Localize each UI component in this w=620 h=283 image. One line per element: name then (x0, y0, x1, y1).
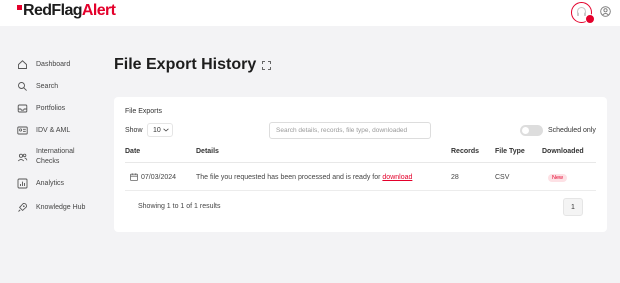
show-label: Show (125, 127, 143, 134)
sidebar-item-portfolios[interactable]: Portfolios (17, 103, 65, 114)
row-file-type: CSV (495, 174, 510, 181)
column-header-details[interactable]: Details (196, 148, 219, 155)
column-header-downloaded[interactable]: Downloaded (542, 148, 584, 155)
chevron-down-icon (163, 128, 169, 132)
user-icon[interactable] (600, 6, 611, 17)
sidebar-item-knowledge-hub[interactable]: Knowledge Hub (17, 202, 85, 213)
logo-mark (17, 5, 22, 10)
brand-logo[interactable]: RedFlagAlert (17, 2, 116, 20)
id-card-icon (17, 125, 28, 136)
row-details-text: The file you requested has been processe… (196, 174, 381, 181)
toggle-knob (522, 127, 529, 134)
page-title-text: File Export History (114, 56, 257, 73)
page-size-value: 10 (153, 126, 161, 134)
status-badge: New (548, 174, 568, 182)
search-input[interactable] (269, 122, 431, 139)
chart-icon (17, 178, 28, 189)
calendar-icon (130, 173, 138, 181)
download-link[interactable]: download (382, 174, 412, 181)
sidebar: Dashboard Search Portfolios IDV & AML In… (0, 26, 108, 283)
sidebar-item-label: Search (36, 82, 59, 90)
sidebar-item-idv-aml[interactable]: IDV & AML (17, 125, 70, 136)
sidebar-item-search[interactable]: Search (17, 81, 58, 92)
column-header-file-type[interactable]: File Type (495, 148, 525, 155)
page-size-select[interactable]: 10 (147, 123, 173, 137)
rocket-icon (17, 202, 28, 213)
sidebar-item-label: Analytics (36, 179, 65, 187)
sidebar-item-label: Dashboard (36, 60, 71, 68)
logo-text-accent: Alert (81, 2, 116, 19)
page-button[interactable]: 1 (563, 198, 583, 216)
row-details: The file you requested has been processe… (196, 174, 412, 181)
sidebar-item-dashboard[interactable]: Dashboard (17, 59, 70, 70)
sidebar-item-international-checks[interactable]: International Checks (17, 147, 75, 167)
column-header-records[interactable]: Records (451, 148, 479, 155)
expand-icon[interactable] (262, 60, 272, 70)
row-records: 28 (451, 174, 459, 181)
logo-text: RedFlag (23, 2, 83, 19)
column-header-date[interactable]: Date (125, 148, 140, 155)
sidebar-item-label: International Checks (36, 148, 75, 165)
search-icon (17, 81, 28, 92)
scheduled-only-label: Scheduled only (548, 127, 596, 134)
sidebar-item-label: Portfolios (36, 104, 66, 112)
support-button[interactable] (571, 2, 595, 24)
card-title: File Exports (125, 108, 162, 115)
scheduled-only-toggle[interactable] (520, 125, 543, 136)
page-title: File Export History (114, 56, 272, 74)
row-divider (125, 190, 596, 191)
row-date: 07/03/2024 (141, 174, 177, 181)
sidebar-item-analytics[interactable]: Analytics (17, 178, 64, 189)
sidebar-item-label: Knowledge Hub (36, 203, 86, 211)
file-exports-card: File Exports Show 10 Scheduled only Date… (114, 97, 607, 232)
inbox-icon (17, 103, 28, 114)
notification-dot (585, 14, 595, 24)
header-divider (125, 162, 596, 163)
home-icon (17, 59, 28, 70)
pagination-info: Showing 1 to 1 of 1 results (138, 203, 221, 210)
sidebar-item-label: IDV & AML (36, 126, 71, 134)
people-icon (17, 152, 28, 163)
top-bar: RedFlagAlert (0, 0, 620, 26)
